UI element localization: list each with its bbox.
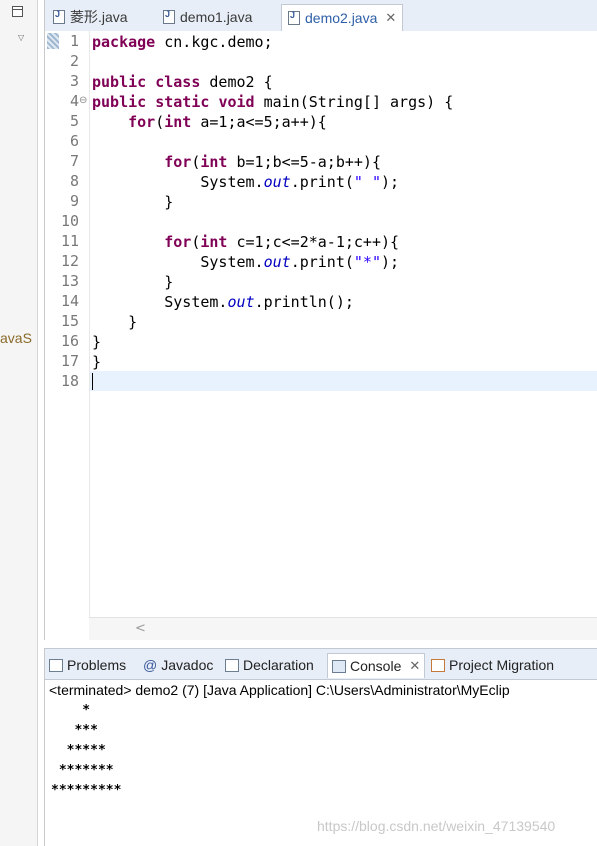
code-line: }: [92, 353, 102, 371]
line-number: 1: [69, 32, 79, 50]
line-number: 11: [60, 232, 79, 250]
code-line: for(int a=1;a<=5;a++){: [128, 113, 327, 131]
line-number: 4: [69, 92, 79, 110]
code-line: public class demo2 {: [92, 73, 273, 91]
tab-project-migration[interactable]: Project Migration: [431, 653, 554, 677]
tab-problems[interactable]: Problems: [49, 653, 126, 677]
line-number: 8: [69, 172, 79, 190]
line-number: 2: [69, 52, 79, 70]
close-icon[interactable]: ✕: [409, 658, 420, 674]
console-view: Problems @ Javadoc Declaration Console ✕…: [44, 648, 597, 846]
code-line: System.out.print("*");: [92, 253, 400, 271]
view-menu-icon[interactable]: ▽: [18, 33, 24, 42]
text-caret: [92, 373, 93, 390]
line-number: 3: [69, 72, 79, 90]
java-file-icon: [53, 9, 65, 24]
line-number: 12: [60, 252, 79, 270]
code-line: public static void main(String[] args) {: [92, 93, 454, 111]
line-number: 17: [60, 352, 79, 370]
java-file-icon: [163, 9, 175, 24]
tab-demo2-java[interactable]: demo2.java ✕: [281, 4, 404, 31]
line-number: 14: [60, 292, 79, 310]
line-number: 7: [69, 152, 79, 170]
package-explorer-truncated-text: avaS: [0, 330, 32, 346]
code-line: package cn.kgc.demo;: [92, 33, 273, 51]
watermark-text: https://blog.csdn.net/weixin_47139540: [317, 818, 556, 834]
console-output-line: ***: [51, 723, 98, 738]
console-output-line: *******: [51, 763, 114, 778]
fold-collapse-icon[interactable]: ⊖: [79, 95, 87, 106]
code-line: }: [92, 193, 174, 211]
java-file-icon: [288, 10, 300, 25]
at-sign-icon: @: [143, 657, 158, 673]
code-line: for(int c=1;c<=2*a-1;c++){: [164, 233, 400, 251]
line-number: 18: [60, 372, 79, 390]
console-status-line: <terminated> demo2 (7) [Java Application…: [49, 682, 510, 698]
code-line: System.out.println();: [92, 293, 354, 311]
console-output-line: *****: [51, 743, 106, 758]
tab-javadoc[interactable]: @ Javadoc: [143, 653, 213, 677]
code-line: }: [92, 313, 138, 331]
code-editor[interactable]: package cn.kgc.demo; public class demo2 …: [89, 31, 597, 621]
line-number: 16: [60, 332, 79, 350]
horizontal-scrollbar[interactable]: <: [89, 617, 597, 640]
scroll-left-icon[interactable]: <: [135, 621, 146, 636]
line-number: 5: [69, 112, 79, 130]
code-line: for(int b=1;b<=5-a;b++){: [164, 153, 381, 171]
code-line: }: [92, 273, 174, 291]
console-output-line: *********: [51, 783, 122, 798]
package-explorer-strip: ▽ avaS: [0, 0, 38, 846]
line-number: 6: [69, 132, 79, 150]
line-number-gutter: 1 2 3 4 ⊖ 5 6 7 8 9 10 11 12 13 14 15 16…: [45, 31, 89, 621]
code-line: }: [92, 333, 102, 351]
editor-pane: 菱形.java demo1.java demo2.java ✕ 1 2 3 4 …: [44, 0, 597, 640]
line-number: 9: [69, 192, 79, 210]
problems-icon: [49, 658, 63, 672]
minimize-icon[interactable]: [12, 6, 23, 17]
line-number: 13: [60, 272, 79, 290]
console-output-line: *: [51, 703, 91, 718]
console-icon: [332, 659, 346, 673]
close-icon[interactable]: ✕: [385, 10, 396, 26]
tab-console[interactable]: Console ✕: [327, 653, 426, 678]
line-number: 10: [60, 212, 79, 230]
tab-lingxing-java[interactable]: 菱形.java: [53, 4, 128, 30]
project-migration-icon: [431, 658, 445, 672]
line-number: 15: [60, 312, 79, 330]
tab-declaration[interactable]: Declaration: [225, 653, 314, 677]
editor-tab-bar: 菱形.java demo1.java demo2.java ✕: [45, 0, 597, 32]
current-line-highlight: [90, 371, 597, 391]
console-tab-bar: Problems @ Javadoc Declaration Console ✕…: [45, 648, 597, 680]
code-line: System.out.print(" ");: [92, 173, 400, 191]
tab-demo1-java[interactable]: demo1.java: [163, 4, 252, 30]
declaration-icon: [225, 658, 239, 672]
